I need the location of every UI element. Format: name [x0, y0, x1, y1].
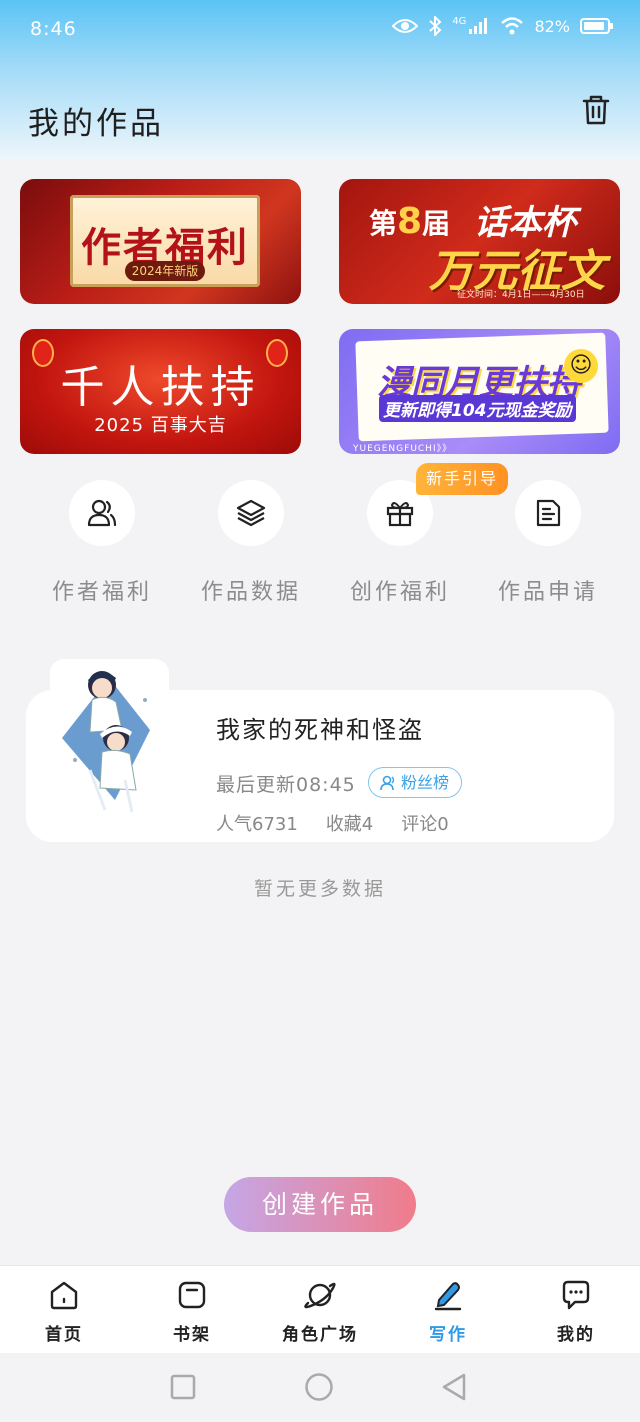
bluetooth-icon	[429, 16, 442, 36]
recent-apps-button[interactable]	[170, 1374, 196, 1400]
wifi-icon	[501, 17, 524, 35]
battery-text: 82%	[534, 16, 570, 36]
pen-icon	[434, 1282, 462, 1311]
feature-work-application[interactable]: 作品申请	[483, 480, 613, 606]
last-update: 最后更新08:45	[216, 774, 356, 796]
back-button[interactable]	[440, 1372, 468, 1402]
battery-icon	[580, 18, 613, 34]
feature-icon-circle	[515, 480, 581, 546]
home-icon	[50, 1281, 78, 1310]
banner-footer: YUEGENGFUCHI》》	[353, 444, 453, 454]
banner-subtitle: 2024年新版	[125, 261, 205, 281]
tab-label: 首页	[45, 1325, 83, 1345]
feature-icon-circle	[69, 480, 135, 546]
tab-bookshelf[interactable]: 书架	[137, 1278, 247, 1345]
feature-label: 创作福利	[349, 580, 450, 605]
eye-icon	[392, 19, 419, 33]
status-time: 8:46	[30, 18, 77, 40]
tab-writing[interactable]: 写作	[393, 1278, 503, 1345]
banner-subtitle: 更新即得104元现金奖励	[379, 395, 576, 422]
status-bar: 8:46 4G 82%	[0, 0, 640, 62]
banner-date: 征文时间：4月1日——4月30日	[457, 290, 585, 300]
network-type: 4G	[452, 15, 467, 27]
banner-essay-contest[interactable]: 第8届 话本杯 万元征文 征文时间：4月1日——4月30日	[339, 179, 620, 304]
banner-author-benefits[interactable]: 作者福利 2024年新版	[20, 179, 301, 304]
feature-icon-circle	[218, 480, 284, 546]
signal-icon	[469, 18, 488, 34]
feature-work-data[interactable]: 作品数据	[186, 480, 316, 606]
planet-icon	[304, 1282, 336, 1309]
status-icons: 4G 82%	[392, 16, 614, 36]
beginner-guide-badge[interactable]: 新手引导	[416, 463, 509, 495]
feature-label: 作者福利	[51, 580, 152, 605]
tab-home[interactable]: 首页	[9, 1278, 119, 1345]
fans-ranking-badge[interactable]: 粉丝榜	[368, 767, 463, 798]
user-icon	[380, 775, 395, 790]
home-button[interactable]	[304, 1372, 334, 1402]
smiley-icon: ☺	[564, 349, 598, 383]
chat-icon	[562, 1280, 590, 1310]
tab-label: 我的	[557, 1325, 595, 1345]
bookshelf-icon	[178, 1281, 206, 1309]
comments-stat: 评论0	[401, 814, 449, 835]
trash-icon[interactable]	[578, 92, 614, 128]
users-icon	[87, 499, 117, 527]
banner-monthly-update[interactable]: 漫同月更扶持 ☺ 更新即得104元现金奖励 YUEGENGFUCHI》》	[339, 329, 620, 454]
feature-label: 作品申请	[497, 580, 598, 605]
banner-thousand-support[interactable]: 千人扶持 2025 百事大吉	[20, 329, 301, 454]
feature-creation-benefits[interactable]: 创作福利	[335, 480, 465, 606]
no-more-data-text: 暂无更多数据	[253, 878, 386, 900]
banner-edition-number: 8	[397, 201, 423, 242]
banner-edition-prefix: 第	[369, 207, 398, 240]
document-icon	[536, 499, 561, 527]
popularity-stat: 人气6731	[216, 814, 298, 835]
tab-label: 角色广场	[282, 1325, 358, 1345]
work-stats: 人气6731 收藏4 评论0	[216, 810, 449, 836]
tab-label: 书架	[173, 1325, 211, 1345]
tab-character-square[interactable]: 角色广场	[265, 1278, 375, 1345]
tab-mine[interactable]: 我的	[521, 1278, 631, 1345]
work-cover-image[interactable]	[50, 660, 169, 820]
page-title: 我的作品	[28, 106, 164, 142]
banner-subtitle: 2025 百事大吉	[94, 415, 227, 436]
create-work-button[interactable]: 创建作品	[224, 1177, 416, 1232]
feature-author-benefits[interactable]: 作者福利	[37, 480, 167, 606]
favorites-stat: 收藏4	[325, 814, 374, 835]
gift-icon	[386, 502, 414, 527]
layers-icon	[236, 499, 266, 527]
fans-badge-label: 粉丝榜	[401, 772, 450, 792]
banner-title: 千人扶持	[60, 362, 261, 413]
system-navigation-bar	[0, 1353, 640, 1422]
bottom-tab-bar: 首页 书架 角色广场 写作 我的	[0, 1265, 640, 1353]
work-title[interactable]: 我家的死神和怪盗	[216, 710, 424, 745]
tab-label: 写作	[429, 1325, 467, 1345]
banner-scroll: 作者福利 2024年新版	[70, 195, 260, 287]
feature-label: 作品数据	[200, 580, 301, 605]
